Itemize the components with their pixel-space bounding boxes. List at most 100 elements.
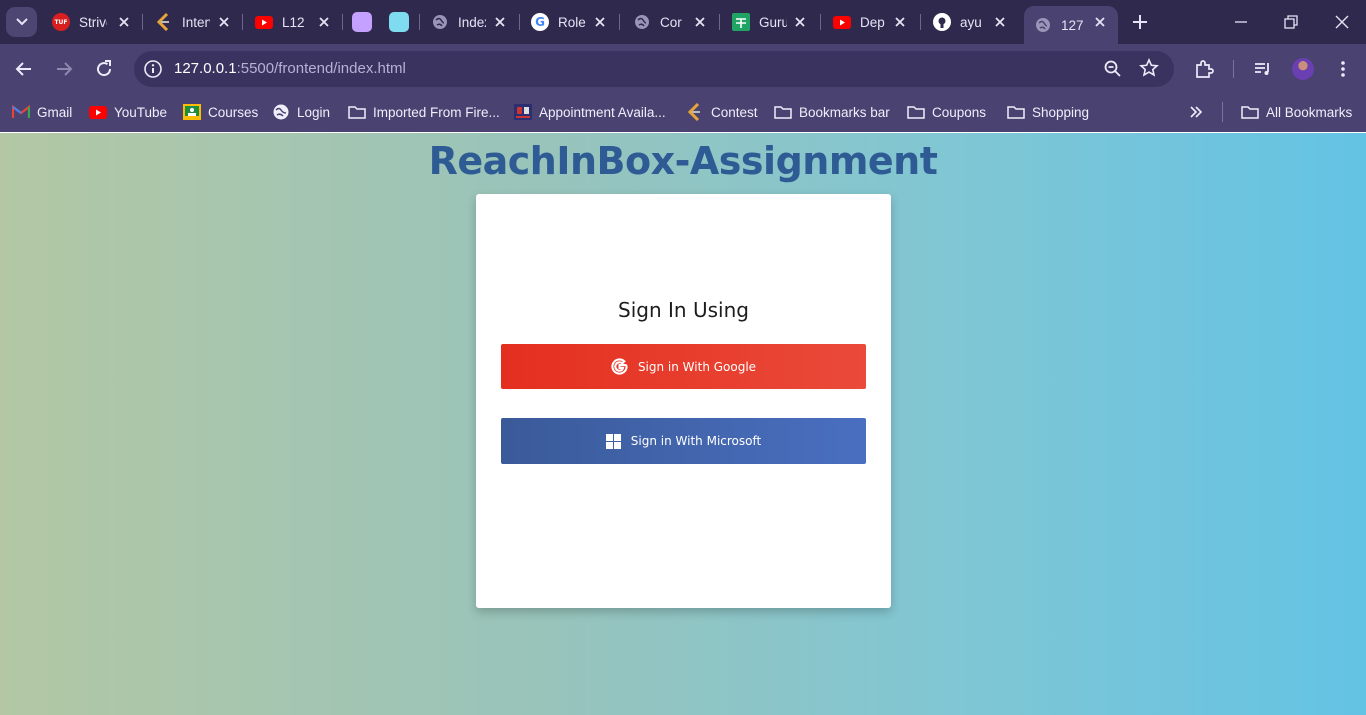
close-icon[interactable]	[992, 14, 1008, 30]
toolbar-divider	[1233, 60, 1234, 78]
bookmark-gmail[interactable]: Gmail	[12, 102, 72, 122]
tab-separator	[920, 14, 921, 30]
tab-striver[interactable]: TUF Striver	[52, 6, 132, 38]
globe-icon	[272, 104, 290, 120]
new-tab-plus-icon[interactable]	[1131, 13, 1149, 31]
close-icon[interactable]	[492, 14, 508, 30]
bookmark-appointment[interactable]: Appointment Availa...	[514, 102, 666, 122]
folder-icon	[774, 104, 792, 120]
folder-icon	[1241, 104, 1259, 120]
tab-github[interactable]: ayu	[933, 6, 1008, 38]
github-icon	[933, 13, 951, 31]
restore-icon[interactable]	[1283, 14, 1299, 30]
bookmark-label: Login	[297, 104, 331, 120]
bookmark-folder-imported[interactable]: Imported From Fire...	[348, 102, 500, 122]
bookmark-folder-shopping[interactable]: Shopping	[1007, 102, 1089, 122]
bookmark-folder-bookmarks-bar[interactable]: Bookmarks bar	[774, 102, 890, 122]
back-arrow-icon[interactable]	[14, 59, 34, 79]
tab-separator	[619, 14, 620, 30]
bookmarks-bar: Gmail YouTube Courses Login Imported Fro…	[0, 94, 1366, 132]
tab-separator	[719, 14, 720, 30]
bookmark-courses[interactable]: Courses	[183, 102, 258, 122]
tab-title: L12	[282, 14, 305, 30]
microsoft-sign-in-button[interactable]: Sign in With Microsoft	[501, 418, 866, 464]
purple-square-icon	[352, 12, 372, 32]
tuf-icon-text: TUF	[54, 18, 68, 26]
tab-separator	[242, 14, 243, 30]
tab-cor[interactable]: Cor	[633, 6, 708, 38]
close-icon[interactable]	[1092, 14, 1108, 30]
bookmark-label: Contest	[711, 104, 758, 120]
bookmark-label: Courses	[208, 104, 259, 120]
folder-icon	[1007, 104, 1025, 120]
google-sign-in-button[interactable]: Sign in With Google	[501, 344, 866, 389]
bookmark-star-icon[interactable]	[1139, 58, 1159, 78]
url-path: :5500/frontend/index.html	[236, 60, 406, 77]
tab-title: Cor	[660, 14, 682, 30]
page-title: ReachInBox-Assignment	[428, 139, 938, 183]
zoom-icon[interactable]	[1103, 59, 1123, 79]
coding-logo-icon	[686, 103, 704, 121]
close-icon[interactable]	[316, 14, 332, 30]
globe-icon	[1034, 16, 1052, 34]
minimize-icon[interactable]	[1233, 14, 1249, 30]
tab-pinned-purple[interactable]	[352, 6, 376, 38]
tab-separator	[519, 14, 520, 30]
youtube-icon	[255, 13, 273, 31]
bookmark-youtube[interactable]: YouTube	[89, 102, 167, 122]
forward-arrow-icon[interactable]	[54, 59, 74, 79]
tab-title: Interview	[182, 14, 210, 30]
bookmark-label: Shopping	[1032, 104, 1090, 120]
menu-kebab-icon[interactable]	[1333, 59, 1353, 79]
bookmark-label: Appointment Availa...	[539, 104, 666, 120]
close-icon[interactable]	[692, 14, 708, 30]
address-bar[interactable]: 127.0.0.1:5500/frontend/index.html	[134, 51, 1174, 87]
close-icon[interactable]	[116, 14, 132, 30]
close-icon[interactable]	[592, 14, 608, 30]
reload-icon[interactable]	[94, 59, 114, 79]
youtube-icon	[89, 104, 107, 120]
tab-guru[interactable]: Guru	[732, 6, 808, 38]
more-bookmarks-chevron-icon[interactable]	[1188, 104, 1204, 120]
url-host: 127.0.0.1	[174, 60, 237, 77]
tab-youtube-dep[interactable]: Dep	[833, 6, 908, 38]
classroom-icon	[183, 104, 201, 120]
close-icon[interactable]	[892, 14, 908, 30]
bookmark-label: All Bookmarks	[1266, 104, 1353, 120]
url-text[interactable]: 127.0.0.1:5500/frontend/index.html	[174, 60, 406, 77]
site-icon	[514, 104, 532, 120]
bookmark-contest[interactable]: Contest	[686, 102, 758, 122]
cyan-square-icon	[389, 12, 409, 32]
tab-separator	[820, 14, 821, 30]
tab-title: Guru	[759, 14, 787, 30]
tab-search-button[interactable]	[6, 7, 37, 37]
extensions-icon[interactable]	[1194, 59, 1214, 79]
tuf-icon: TUF	[52, 13, 70, 31]
tab-pinned-cyan[interactable]	[389, 6, 413, 38]
close-icon[interactable]	[792, 14, 808, 30]
bookmark-folder-coupons[interactable]: Coupons	[907, 102, 986, 122]
windows-icon	[605, 433, 621, 449]
sheets-icon	[732, 13, 750, 31]
youtube-icon	[833, 13, 851, 31]
tab-title: ayu	[960, 14, 982, 30]
tab-localhost-active[interactable]: 127.	[1024, 6, 1118, 44]
tab-separator	[142, 14, 143, 30]
tab-title: Index	[458, 14, 486, 30]
close-window-icon[interactable]	[1334, 14, 1350, 30]
tab-roles[interactable]: G Roles	[531, 6, 608, 38]
close-icon[interactable]	[216, 14, 232, 30]
coding-logo-icon	[155, 13, 173, 31]
media-control-icon[interactable]	[1253, 59, 1273, 79]
tab-title: 127.	[1061, 17, 1083, 33]
tab-interview[interactable]: Interview	[155, 6, 232, 38]
folder-icon	[907, 104, 925, 120]
bookmark-login[interactable]: Login	[272, 102, 330, 122]
bookmark-label: YouTube	[114, 104, 168, 120]
profile-avatar[interactable]	[1292, 58, 1314, 80]
tab-index[interactable]: Index	[431, 6, 508, 38]
site-info-icon[interactable]	[143, 59, 163, 79]
all-bookmarks-button[interactable]: All Bookmarks	[1241, 102, 1352, 122]
tab-youtube-l12[interactable]: L12	[255, 6, 332, 38]
tab-separator	[342, 14, 343, 30]
